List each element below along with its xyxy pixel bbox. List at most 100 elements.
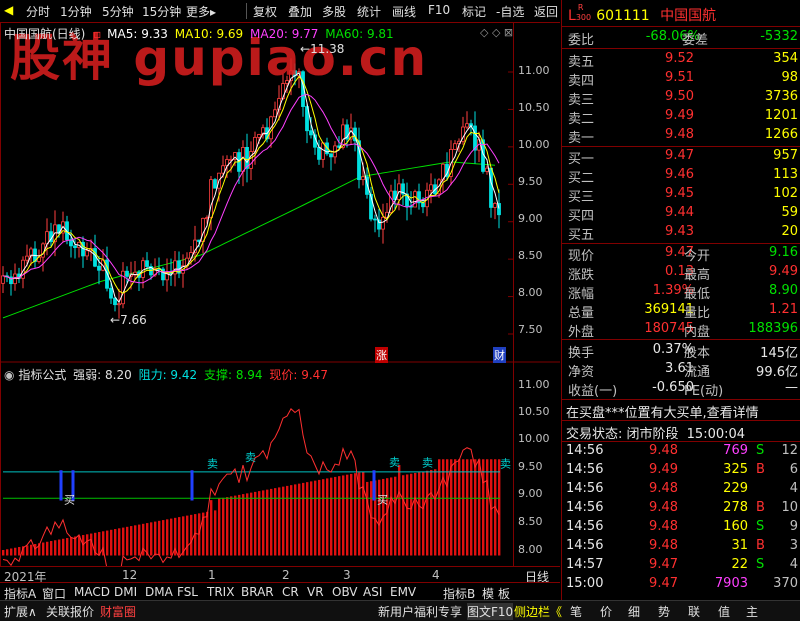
f10-graphic-button[interactable]: 图文F10 <box>467 603 514 620</box>
tab-zhi[interactable]: 值 <box>718 603 730 620</box>
bid-volume: 20 <box>781 224 798 239</box>
stat-label: 现价 <box>568 249 595 264</box>
indicator-title[interactable]: 指标公式 <box>18 368 66 382</box>
candle-body <box>429 184 433 191</box>
kline-chart[interactable]: 买买卖卖卖卖卖 <box>0 22 560 567</box>
ask-volume: 354 <box>773 51 798 66</box>
indicator-bar <box>118 528 121 556</box>
indicator-bar <box>346 474 349 556</box>
sidebar-toggle[interactable]: 侧边栏《 <box>514 603 562 620</box>
new-user-link[interactable]: 新用户福利专享 <box>378 603 462 620</box>
tab-asi[interactable]: ASI <box>363 585 382 599</box>
indicator-bar <box>58 539 61 556</box>
tick-price: 9.49 <box>649 462 678 477</box>
indicator-toggle-icon[interactable]: ◉ <box>4 368 14 382</box>
zixuan-button[interactable]: -自选 <box>496 3 524 20</box>
indicator-bar <box>62 538 65 556</box>
tab-lian[interactable]: 联 <box>688 603 700 620</box>
tab-emv[interactable]: EMV <box>390 585 416 599</box>
indicator-bar <box>378 479 381 556</box>
status-bar: 扩展∧ 关联报价 财富圈 新用户福利专享 图文F10 侧边栏《 笔 价 细 势 … <box>0 600 800 621</box>
candle-body <box>85 250 89 257</box>
tick-volume: 278 <box>723 500 748 515</box>
indicator-bar <box>398 464 401 556</box>
buy-signal-label: 买 <box>64 493 75 506</box>
indicator-bar <box>450 459 453 556</box>
indicator-bar <box>406 474 409 556</box>
tab-trix[interactable]: TRIX <box>207 585 234 599</box>
tick-count: 6 <box>789 462 798 477</box>
dropdown-icon[interactable]: ▫ <box>93 27 101 41</box>
expand-button[interactable]: 扩展∧ <box>4 603 37 620</box>
tab-zhu[interactable]: 主 <box>746 603 758 620</box>
indicator-bar <box>10 548 13 556</box>
indicator-bar <box>26 545 29 556</box>
biaoji-button[interactable]: 标记 <box>462 3 486 20</box>
window-controls[interactable]: ◇ ◇ ⊠ <box>480 26 513 39</box>
cai-tag[interactable]: 财 <box>493 347 506 363</box>
tab-dma[interactable]: DMA <box>145 585 173 599</box>
ind-tick: 10.50 <box>518 405 550 418</box>
tick-direction: B <box>756 538 765 553</box>
indicator-bar <box>162 520 165 556</box>
candle-body <box>361 176 365 181</box>
stat-label: 收益(一) <box>568 384 618 399</box>
sell-signal-label: 卖 <box>500 458 511 471</box>
stat-label: 量比 <box>684 306 711 321</box>
tab-obv[interactable]: OBV <box>332 585 358 599</box>
indicator-bar <box>238 494 241 556</box>
tab-vr[interactable]: VR <box>307 585 324 599</box>
tab-cr[interactable]: CR <box>282 585 299 599</box>
candle-body <box>493 203 497 208</box>
indicator-bar <box>306 482 309 556</box>
indicator-bar <box>18 547 21 556</box>
tab-fsl[interactable]: FSL <box>177 585 198 599</box>
stat-label: 今开 <box>684 249 711 264</box>
back-button[interactable]: 返回 <box>534 3 558 20</box>
stat-label: 总量 <box>568 306 595 321</box>
wealth-circle-button[interactable]: 财富圈 <box>100 603 136 620</box>
candle-body <box>109 287 113 299</box>
tab-bi[interactable]: 笔 <box>570 603 582 620</box>
candle-body <box>73 245 77 248</box>
indicator-bar <box>222 497 225 556</box>
stat-label: 换手 <box>568 346 595 361</box>
big-order-notice[interactable]: 在买盘***位置有大买单,查看详情 <box>566 402 759 421</box>
price-tick: 7.50 <box>518 323 543 336</box>
tab-dmi[interactable]: DMI <box>114 585 137 599</box>
high-price-label: ←11.38 <box>300 42 345 56</box>
candle-body <box>317 146 321 160</box>
stat-label: 流通 <box>684 365 711 380</box>
indicator-bar <box>298 483 301 556</box>
price-tick: 8.00 <box>518 286 543 299</box>
menu-arrow-icon[interactable]: ◀ <box>4 3 13 17</box>
buy-signal-bar <box>190 470 194 501</box>
related-quote-button[interactable]: 关联报价 <box>46 603 94 620</box>
indicator-bar <box>402 475 405 556</box>
tab-brar[interactable]: BRAR <box>241 585 274 599</box>
indicator-bar <box>318 479 321 556</box>
indicator-bar <box>286 485 289 556</box>
tab-jia[interactable]: 价 <box>600 603 612 620</box>
price-tick: 8.50 <box>518 249 543 262</box>
f10-button[interactable]: F10 <box>428 3 450 17</box>
ask-volume: 98 <box>781 70 798 85</box>
indicator-bar <box>474 459 477 556</box>
tab-shi[interactable]: 势 <box>658 603 670 620</box>
indicator-bar <box>430 469 433 556</box>
tab-macd[interactable]: MACD <box>74 585 110 599</box>
indicator-bar <box>282 486 285 556</box>
indicator-bar <box>418 472 421 556</box>
indicator-bar <box>434 469 437 556</box>
indicator-bar <box>394 476 397 556</box>
tick-count: 3 <box>789 538 798 553</box>
zhang-tag[interactable]: 涨 <box>375 347 388 363</box>
indicator-bar <box>342 475 345 556</box>
price-tick: 11.00 <box>518 64 550 77</box>
tab-xi[interactable]: 细 <box>628 603 640 620</box>
indicator-bar <box>482 459 485 556</box>
indicator-bar <box>414 472 417 556</box>
ask-price: 9.52 <box>665 51 694 66</box>
ask-level-label: 卖四 <box>568 74 595 89</box>
ind-tick: 8.50 <box>518 515 543 528</box>
